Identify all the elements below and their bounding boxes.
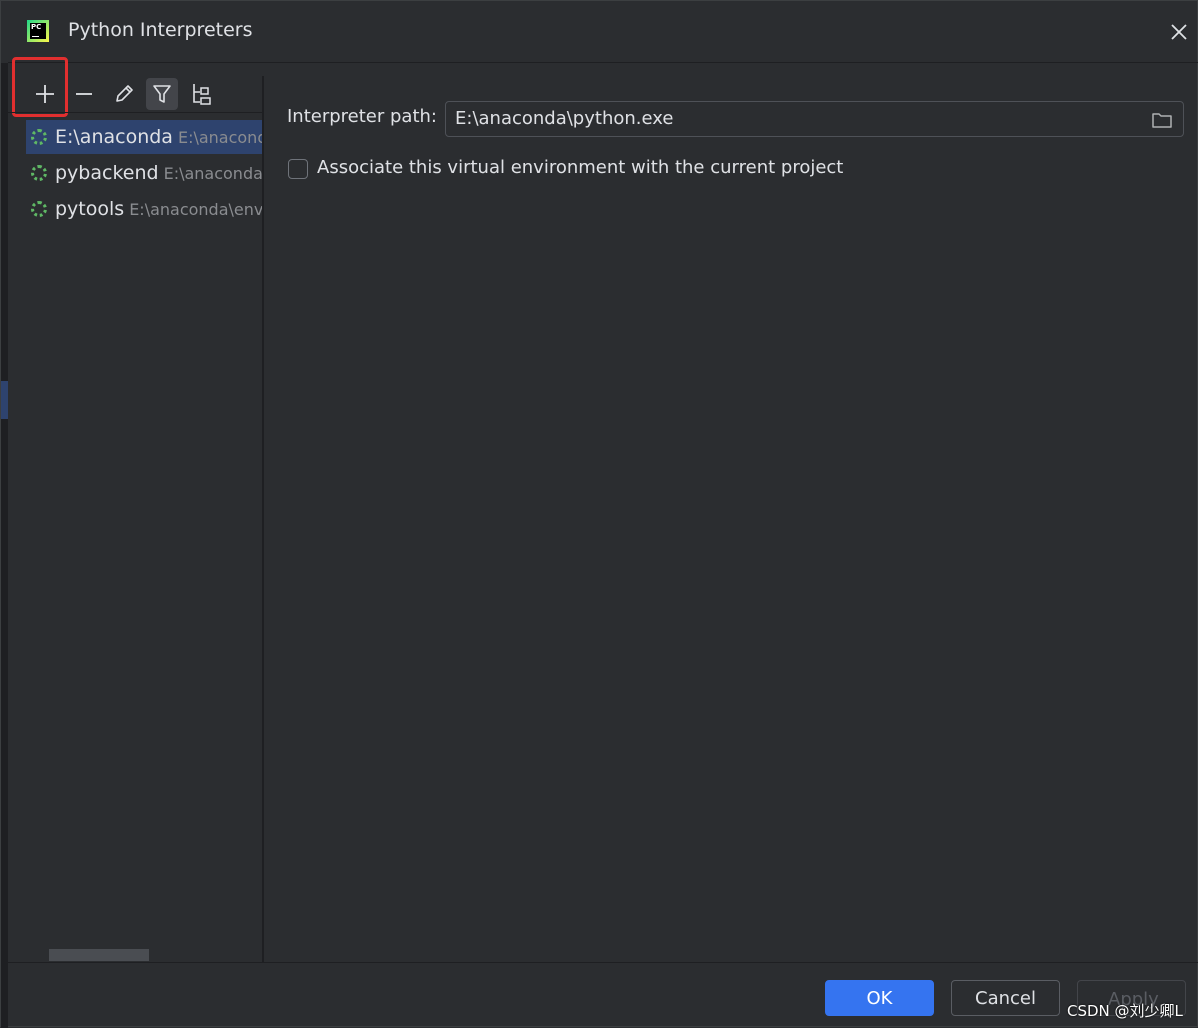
conda-env-icon — [31, 129, 47, 145]
list-horizontal-scrollbar[interactable] — [49, 949, 149, 961]
highlight-annotation-box — [12, 57, 68, 117]
interpreter-name: pybackend — [55, 162, 159, 184]
interpreter-path-value: E:\anaconda\python.exe — [455, 108, 674, 129]
remove-interpreter-button[interactable] — [68, 78, 100, 110]
close-button[interactable] — [1163, 16, 1195, 48]
associate-label: Associate this virtual environment with … — [317, 157, 844, 178]
title-divider — [8, 62, 1198, 63]
filter-icon — [153, 85, 171, 103]
associate-checkbox[interactable] — [288, 159, 308, 179]
pycharm-logo-text: PC — [30, 23, 46, 39]
panel-splitter[interactable] — [262, 76, 264, 962]
pycharm-logo-icon: PC — [27, 20, 49, 42]
cancel-button[interactable]: Cancel — [951, 980, 1060, 1016]
show-paths-tree-icon — [193, 84, 211, 105]
python-interpreters-dialog: PC Python Interpreters E:\anaconda E:\an… — [0, 0, 1198, 1028]
close-icon — [1171, 24, 1187, 40]
interpreter-item-pytools[interactable]: pytools E:\anaconda\envs\pytools\python.… — [26, 192, 262, 226]
pencil-icon — [116, 85, 133, 102]
minus-icon — [76, 93, 92, 95]
interpreter-item-anaconda[interactable]: E:\anaconda E:\anaconda\python.exe — [26, 120, 262, 154]
title-bar: PC Python Interpreters — [1, 1, 1198, 63]
folder-icon[interactable] — [1151, 109, 1173, 131]
ok-button[interactable]: OK — [825, 980, 934, 1016]
watermark: CSDN @刘少卿L — [1067, 1002, 1183, 1020]
interpreter-path: E:\anaconda\python.exe — [177, 127, 262, 147]
conda-env-icon — [31, 165, 47, 181]
interpreter-path: E:\anaconda\envs\pytools\python.exe — [129, 199, 262, 219]
toolbar-divider — [8, 112, 262, 113]
edit-interpreter-button[interactable] — [108, 78, 140, 110]
interpreter-name: E:\anaconda — [55, 126, 173, 148]
interpreter-path-label: Interpreter path: — [287, 106, 437, 127]
background-window-edge — [1, 63, 8, 1028]
conda-env-icon — [31, 201, 47, 217]
dialog-title: Python Interpreters — [68, 19, 253, 41]
show-paths-tree-button[interactable] — [186, 78, 218, 110]
interpreter-name: pytools — [55, 198, 125, 220]
interpreter-path: E:\anaconda\envs\pybackend\python.exe — [163, 163, 262, 183]
interpreter-path-field[interactable]: E:\anaconda\python.exe — [445, 101, 1184, 137]
filter-button[interactable] — [146, 78, 178, 110]
footer-divider — [8, 962, 1198, 963]
interpreter-item-pybackend[interactable]: pybackend E:\anaconda\envs\pybackend\pyt… — [26, 156, 262, 190]
